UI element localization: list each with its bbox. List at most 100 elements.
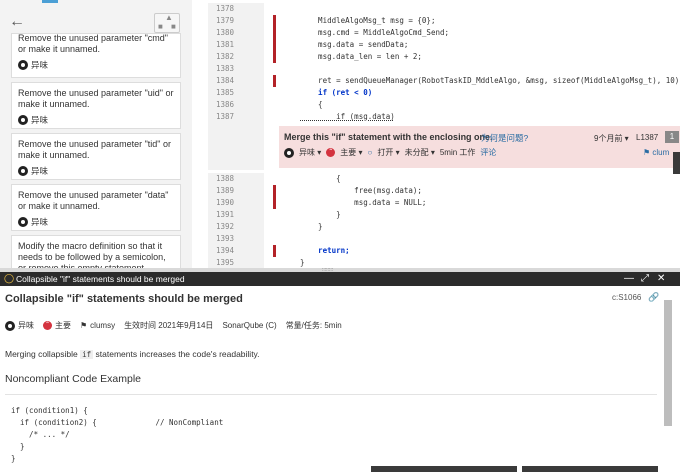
effort-label: 5min 工作 — [439, 148, 476, 157]
code-line: 1385 if (ret < 0) — [208, 87, 680, 99]
issue-card[interactable]: Remove the unused parameter "tid" or mak… — [11, 133, 181, 180]
code-line: 1395} — [208, 257, 680, 268]
issue-card[interactable]: Remove the unused parameter "cmd" or mak… — [11, 33, 181, 78]
code-smell-icon — [284, 147, 294, 158]
code-smell-icon — [18, 115, 28, 125]
code-text: } — [300, 258, 305, 267]
issue-card[interactable]: Modify the macro definition so that it n… — [11, 235, 181, 268]
code-line: 1392 } — [208, 221, 680, 233]
inline-issue-title[interactable]: Merge this "if" statement with the enclo… — [284, 132, 493, 142]
code-line: 1386 { — [208, 99, 680, 111]
issue-list-panel: ← ▲ ■ ■ Remove the unused parameter "cmd… — [0, 0, 192, 268]
inline-issue-box: Merge this "if" statement with the enclo… — [208, 122, 680, 170]
code-line: 1388 { — [208, 173, 680, 185]
issue-marker — [273, 39, 276, 51]
comment-link[interactable]: 评论 — [480, 147, 496, 158]
rule-panel-body: Collapsible "if" statements should be me… — [0, 286, 680, 472]
severity-dropdown[interactable]: 主要 ▾ — [340, 147, 362, 158]
issue-marker — [273, 185, 276, 197]
tag-icon: ⚑ — [80, 321, 88, 330]
rule-tag-label: clumsy — [90, 321, 116, 330]
line-number: 1381 — [208, 39, 264, 51]
status-dropdown[interactable]: 打开 ▾ — [377, 147, 399, 158]
lightbulb-icon: ◯ — [4, 273, 15, 283]
issue-tag[interactable]: ⚑ clum — [643, 148, 669, 157]
rule-effort: 常量/任务: 5min — [285, 321, 342, 330]
rule-title: Collapsible "if" statements should be me… — [5, 293, 243, 305]
issue-message: Remove the unused parameter "data" or ma… — [18, 190, 169, 211]
desc-inline-code: if — [80, 350, 94, 359]
code-line: 1382 msg.data_len = len + 2; — [208, 51, 680, 63]
code-line: 1391 } — [208, 209, 680, 221]
code-text: { — [300, 174, 341, 183]
line-number: 1389 — [208, 185, 264, 197]
code-text: if (ret < 0) — [300, 88, 373, 97]
issue-marker — [273, 75, 276, 87]
code-smell-icon — [18, 60, 28, 70]
issue-message: Remove the unused parameter "cmd" or mak… — [18, 33, 168, 54]
code-line: 1383 — [208, 63, 680, 75]
tag-label: clum — [652, 148, 670, 157]
issue-type-label: 异味 — [31, 60, 49, 70]
side-tab[interactable] — [673, 152, 680, 174]
code-smell-icon — [5, 320, 15, 331]
bottom-button[interactable] — [522, 466, 658, 472]
rule-key: c:S1066 — [612, 293, 642, 302]
major-severity-icon: ⌃ — [326, 148, 336, 157]
code-line: 1384 ret = sendQueueManager(RobotTaskID_… — [208, 75, 680, 87]
line-number: 1385 — [208, 87, 264, 99]
issue-marker — [273, 197, 276, 209]
code-text: } — [300, 210, 341, 219]
desc-text: statements increases the code's readabil… — [95, 349, 260, 359]
code-text: { — [300, 100, 323, 109]
line-number: 1378 — [208, 3, 264, 15]
code-line: 1380 msg.cmd = MiddleAlgoCmd_Send; — [208, 27, 680, 39]
gutter — [208, 122, 264, 170]
line-number: 1395 — [208, 257, 264, 268]
issue-type-label: 异味 — [31, 166, 49, 176]
issue-count-badge: 1 — [665, 131, 679, 143]
line-number: 1392 — [208, 221, 264, 233]
inline-issue-body[interactable]: Merge this "if" statement with the enclo… — [279, 126, 680, 168]
why-is-this-issue-link[interactable]: 为何是问题? — [481, 132, 528, 144]
minimize-icon[interactable]: — — [624, 272, 634, 286]
code-smell-icon — [18, 166, 28, 176]
line-number: 1391 — [208, 209, 264, 221]
divider — [5, 394, 657, 395]
code-line: 1394 return; — [208, 245, 680, 257]
inline-issue-meta: 异味 ▾ ⌃ 主要 ▾ ○ 打开 ▾ 未分配 ▾ 5min 工作 评论 — [284, 147, 496, 158]
issue-type-label: 异味 — [31, 115, 49, 125]
issue-line-link[interactable]: L1387 — [636, 133, 658, 142]
link-icon[interactable]: 🔗 — [648, 292, 659, 303]
issue-card[interactable]: Remove the unused parameter "uid" or mak… — [11, 82, 181, 129]
line-number: 1393 — [208, 233, 264, 245]
issue-marker — [273, 245, 276, 257]
issue-message: Remove the unused parameter "uid" or mak… — [18, 88, 174, 109]
rule-repository: SonarQube (C) — [222, 321, 277, 330]
back-arrow-icon[interactable]: ← — [9, 14, 25, 30]
vertical-scrollbar[interactable] — [664, 300, 672, 426]
scroll-nav-widget[interactable]: ▲ ■ ■ — [154, 13, 180, 33]
major-severity-icon: ⌃ — [43, 321, 52, 330]
expand-icon[interactable]: ⤢ — [641, 272, 649, 286]
code-text: msg.data = NULL; — [300, 198, 427, 207]
issue-age[interactable]: 9个月前 ▾ — [594, 133, 629, 144]
assignee-dropdown[interactable]: 未分配 ▾ — [405, 147, 435, 158]
rule-type: 异味 — [5, 320, 34, 331]
line-number: 1394 — [208, 245, 264, 257]
code-text: return; — [300, 246, 350, 255]
line-number: 1384 — [208, 75, 264, 87]
code-line: 1389 free(msg.data); — [208, 185, 680, 197]
code-text: free(msg.data); — [300, 186, 422, 195]
line-number: 1383 — [208, 63, 264, 75]
line-number: 1390 — [208, 197, 264, 209]
bottom-button[interactable] — [371, 466, 517, 472]
rule-panel-header: ◯ Collapsible "if" statements should be … — [0, 272, 680, 286]
issue-type-dropdown[interactable]: 异味 ▾ — [299, 147, 321, 158]
rule-type-label: 异味 — [18, 321, 34, 330]
issue-severity: 异味 — [18, 216, 174, 228]
sonarlint-window: ← ▲ ■ ■ Remove the unused parameter "cmd… — [0, 0, 680, 472]
issue-card[interactable]: Remove the unused parameter "data" or ma… — [11, 184, 181, 231]
close-icon[interactable]: ✕ — [657, 272, 665, 286]
rule-panel-header-title: Collapsible "if" statements should be me… — [16, 274, 185, 284]
